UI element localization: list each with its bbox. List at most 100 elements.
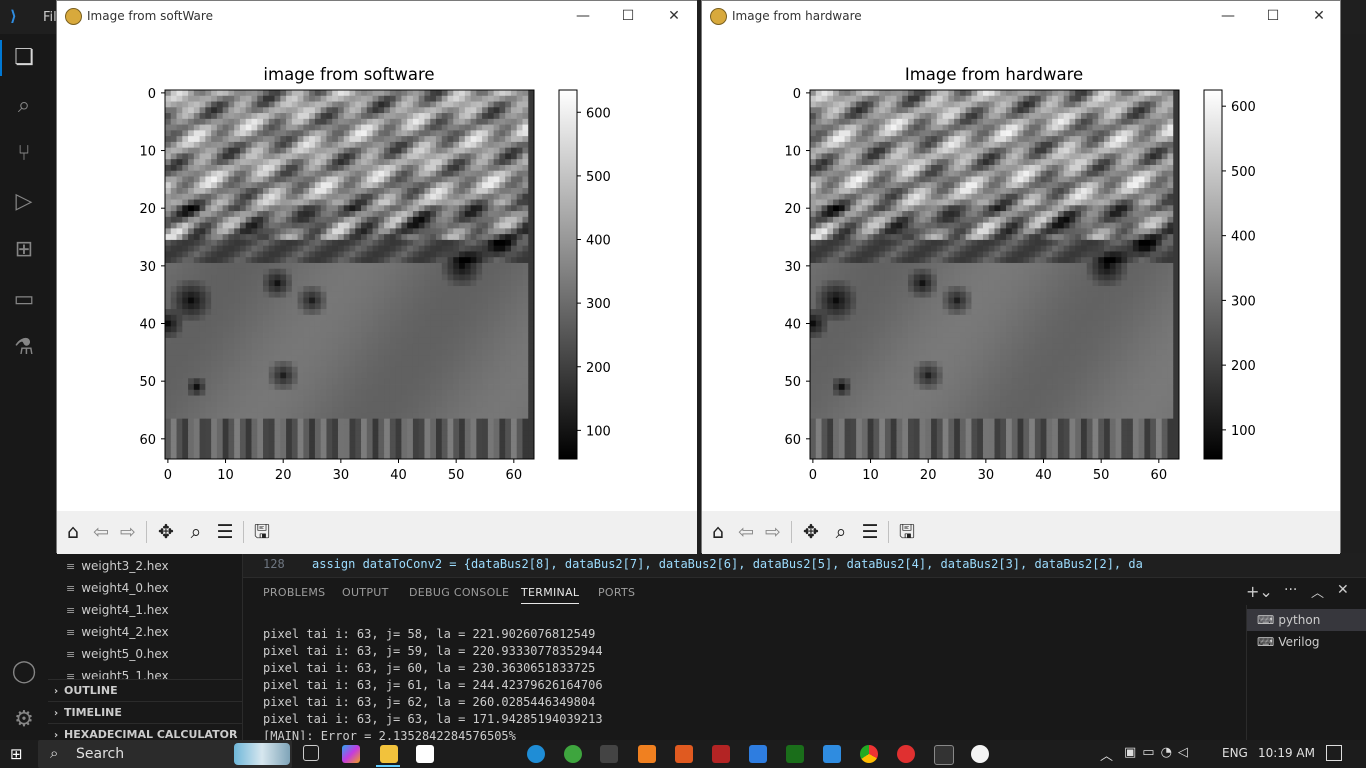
figure-canvas[interactable]: image from software 0 10 20 30 40 50 600102030… xyxy=(57,31,697,511)
heatmap-cell xyxy=(1167,95,1174,102)
heatmap-cell xyxy=(401,291,408,298)
testing-icon[interactable]: ⚗ xyxy=(10,334,38,362)
heatmap-cell xyxy=(193,262,200,270)
heatmap-cell xyxy=(464,268,471,275)
figure-canvas[interactable]: Image from hardware 0 10 20 30 40 50 600102030… xyxy=(702,31,1340,511)
heatmap-cell xyxy=(389,164,397,172)
heatmap-cell xyxy=(366,268,373,275)
heatmap-cell xyxy=(873,124,880,131)
source-control-icon[interactable]: ⑂ xyxy=(10,140,38,168)
heatmap-cell xyxy=(337,303,345,310)
heatmap-cell xyxy=(493,332,500,339)
minimize-button[interactable]: — xyxy=(1213,5,1243,27)
heatmap-cell xyxy=(516,435,523,443)
heatmap-cell xyxy=(528,182,535,189)
heatmap-cell xyxy=(528,286,535,293)
heatmap-cell xyxy=(165,153,172,160)
window-title-bar[interactable]: Image from softWare — ☐ ✕ xyxy=(57,1,697,31)
file-item[interactable]: ≡ weight3_2.hex xyxy=(66,555,169,577)
file-item[interactable]: ≡ weight4_0.hex xyxy=(66,577,169,599)
maximize-button[interactable]: ☐ xyxy=(1258,5,1288,27)
tab-ports[interactable]: PORTS xyxy=(598,586,635,599)
file-item[interactable]: ≡ weight5_0.hex xyxy=(66,643,169,665)
heatmap-cell xyxy=(1150,136,1157,143)
heatmap-cell xyxy=(170,372,177,379)
sliders-icon[interactable]: ☰ xyxy=(213,520,237,544)
terminal-item-python[interactable]: ⌨ python xyxy=(1257,609,1320,631)
minimize-button[interactable]: — xyxy=(568,5,598,27)
heatmap-cell xyxy=(372,188,379,195)
heatmap-cell xyxy=(228,314,235,322)
heatmap-cell xyxy=(263,447,270,454)
file-item[interactable]: ≡ weight4_1.hex xyxy=(66,599,169,621)
tab-debug-console[interactable]: DEBUG CONSOLE xyxy=(409,586,509,599)
heatmap-cell xyxy=(337,314,345,322)
file-item[interactable]: ≡ weight4_2.hex xyxy=(66,621,169,643)
section-outline[interactable]: › OUTLINE xyxy=(48,679,242,702)
heatmap-cell xyxy=(176,407,183,414)
home-icon[interactable]: ⌂ xyxy=(61,520,85,544)
remote-explorer-icon[interactable]: ▭ xyxy=(10,286,38,314)
tab-terminal[interactable]: TERMINAL xyxy=(521,586,580,604)
maximize-button[interactable]: ☐ xyxy=(613,5,643,27)
run-debug-icon[interactable]: ▷ xyxy=(10,188,38,216)
heatmap-cell xyxy=(879,136,886,143)
heatmap-cell xyxy=(205,309,212,316)
heatmap-cell xyxy=(239,303,247,310)
heatmap-cell xyxy=(234,136,241,143)
heatmap-cell xyxy=(286,435,293,443)
heatmap-cell xyxy=(1127,153,1134,160)
editor-line[interactable]: 128 assign dataToConv2 = {dataBus2[8], d… xyxy=(243,553,1366,577)
heatmap-cell xyxy=(337,199,345,206)
section-timeline[interactable]: › TIMELINE xyxy=(48,701,242,724)
close-panel-icon[interactable]: ✕ xyxy=(1337,582,1349,598)
heatmap-cell xyxy=(234,412,241,420)
heatmap-cell xyxy=(257,412,264,420)
heatmap-cell xyxy=(470,286,477,293)
maximize-panel-icon[interactable]: ︿ xyxy=(1311,582,1324,601)
floppy-icon[interactable]: 🖫 xyxy=(250,520,274,544)
heatmap-cell xyxy=(430,188,437,195)
menu-file[interactable]: Fil xyxy=(43,10,57,25)
heatmap-cell xyxy=(170,164,177,172)
more-actions-icon[interactable]: ··· xyxy=(1284,582,1297,598)
heatmap-cell xyxy=(1017,95,1024,102)
heatmap-cell xyxy=(1121,130,1128,137)
file-item[interactable]: ≡ weight5_1.hex xyxy=(66,665,169,679)
heatmap-cell xyxy=(1006,113,1013,120)
window-title-bar[interactable]: Image from hardware — ☐ ✕ xyxy=(702,1,1340,31)
heatmap-cell xyxy=(867,153,874,160)
explorer-icon[interactable]: ❏ xyxy=(10,44,38,72)
tab-output[interactable]: OUTPUT xyxy=(342,586,389,599)
heatmap-cell xyxy=(343,303,350,310)
heatmap-cell xyxy=(378,101,385,108)
heatmap-cell xyxy=(1006,124,1013,131)
close-button[interactable]: ✕ xyxy=(659,5,689,27)
heatmap-cell xyxy=(499,360,506,368)
new-terminal-plus-icon[interactable]: +⌄ xyxy=(1246,582,1273,601)
tab-problems[interactable]: PROBLEMS xyxy=(263,586,325,599)
heatmap-cell xyxy=(401,205,408,212)
heatmap-cell xyxy=(389,314,397,322)
settings-gear-icon[interactable]: ⚙ xyxy=(10,706,38,734)
close-button[interactable]: ✕ xyxy=(1304,5,1334,27)
arrow-right-icon[interactable]: ⇨ xyxy=(116,520,140,544)
heatmap-cell xyxy=(199,435,206,443)
move-icon[interactable]: ✥ xyxy=(154,520,178,544)
heatmap-cell xyxy=(447,424,454,431)
heatmap-cell xyxy=(1000,153,1007,160)
heatmap-cell xyxy=(476,107,483,114)
heatmap-cell xyxy=(193,268,200,275)
heatmap-cell xyxy=(435,234,443,241)
heatmap-cell xyxy=(182,199,189,206)
heatmap-cell xyxy=(228,303,235,310)
heatmap-cell xyxy=(205,107,212,114)
heatmap-cell xyxy=(470,360,477,368)
heatmap-cell xyxy=(349,303,356,310)
account-icon[interactable]: ◯ xyxy=(10,658,38,686)
terminal-item-verilog[interactable]: ⌨ Verilog xyxy=(1257,631,1320,653)
arrow-left-icon[interactable]: ⇦ xyxy=(89,520,113,544)
search-icon[interactable]: ⌕ xyxy=(10,92,38,120)
extensions-icon[interactable]: ⊞ xyxy=(10,236,38,264)
magnifier-icon[interactable]: ⌕ xyxy=(184,520,208,544)
